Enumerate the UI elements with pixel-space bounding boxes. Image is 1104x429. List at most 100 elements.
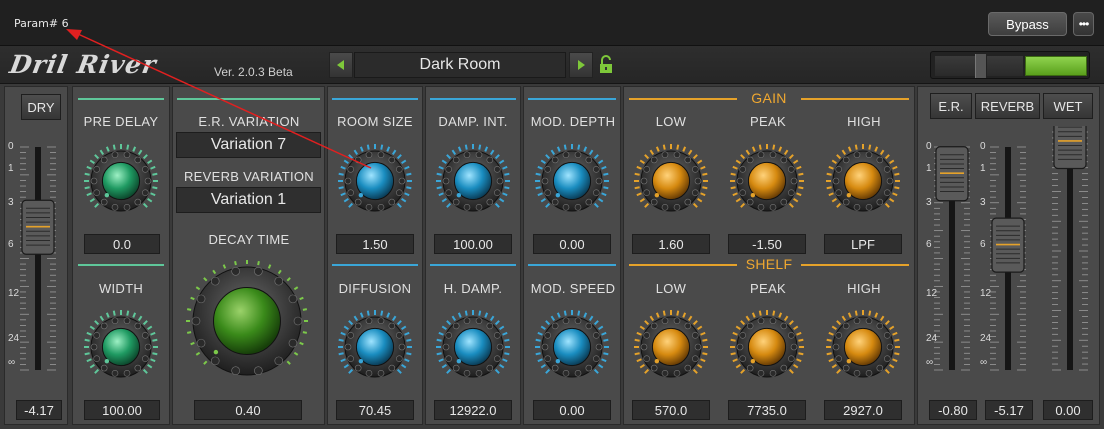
fader-scale-label: 24 [8, 332, 20, 344]
diffusion-value[interactable]: 70.45 [336, 400, 414, 420]
fader-scale-label: 0 [980, 141, 986, 152]
er-variation-display[interactable]: Variation 7 [176, 132, 321, 158]
shelf-peak-label: PEAK [750, 281, 786, 296]
room-size-knob[interactable] [336, 142, 414, 225]
fader-scale-label: 12 [926, 288, 938, 300]
damp-int-value[interactable]: 100.00 [434, 234, 512, 254]
gain-low-knob[interactable] [632, 142, 710, 225]
host-toolbar: Param# 6 Bypass ••• [0, 0, 1104, 46]
er-value[interactable]: -0.80 [929, 400, 977, 420]
diffusion-label: DIFFUSION [338, 281, 412, 296]
predelay-value[interactable]: 0.0 [84, 234, 160, 254]
gain-peak-knob[interactable] [728, 142, 806, 225]
fader-scale-label: 1 [8, 163, 14, 175]
diffusion-knob[interactable] [336, 308, 414, 391]
version-label: Ver. 2.0.3 Beta [214, 65, 293, 79]
fader-scale-label: 6 [926, 239, 932, 251]
triangle-right-icon [578, 60, 585, 70]
fader-handle[interactable] [1053, 113, 1087, 170]
shelf-high-label: HIGH [847, 281, 881, 296]
fader-scale-label: 24 [980, 332, 992, 344]
width-knob[interactable] [82, 308, 160, 391]
mod-depth-value[interactable]: 0.00 [533, 234, 611, 254]
decay-time-knob[interactable] [184, 258, 310, 389]
mod-speed-value[interactable]: 0.00 [533, 400, 611, 420]
fader-scale-label: 3 [926, 196, 932, 208]
fader-scale-label: 0 [926, 141, 932, 152]
fader-scale-label: 3 [980, 196, 986, 208]
wet-fader[interactable] [1044, 113, 1096, 376]
shelf-low-label: LOW [655, 281, 687, 296]
dry-fader[interactable]: 0 1 3 6 12 24 ∞ [8, 141, 66, 376]
dry-button[interactable]: DRY [21, 94, 61, 120]
more-options-button[interactable]: ••• [1073, 12, 1094, 36]
wet-value[interactable]: 0.00 [1043, 400, 1093, 420]
shelf-title: SHELF [745, 256, 793, 272]
output-level-meter[interactable] [930, 51, 1090, 79]
h-damp-label: H. DAMP. [443, 281, 503, 296]
width-label: WIDTH [98, 281, 144, 296]
gain-high-value[interactable]: LPF [824, 234, 902, 254]
shelf-high-knob[interactable] [824, 308, 902, 391]
width-value[interactable]: 100.00 [84, 400, 160, 420]
room-size-label: ROOM SIZE [337, 114, 413, 129]
h-damp-value[interactable]: 12922.0 [434, 400, 512, 420]
fader-scale-label: 12 [8, 288, 20, 300]
fader-scale-label: ∞ [926, 357, 934, 369]
predelay-label: PRE DELAY [83, 114, 159, 129]
reverb-variation-label: REVERB VARIATION [183, 169, 314, 184]
mod-depth-knob[interactable] [533, 142, 611, 225]
shelf-peak-value[interactable]: 7735.0 [728, 400, 806, 420]
meter-handle[interactable] [975, 54, 987, 78]
fader-handle[interactable] [935, 146, 969, 202]
fader-scale-label: 0 [8, 141, 14, 152]
shelf-high-value[interactable]: 2927.0 [824, 400, 902, 420]
reverb-fader[interactable]: 0 1 3 6 12 24 ∞ [978, 141, 1038, 376]
h-damp-knob[interactable] [434, 308, 512, 391]
mod-depth-label: MOD. DEPTH [530, 114, 616, 129]
mod-speed-knob[interactable] [533, 308, 611, 391]
mod-speed-label: MOD. SPEED [530, 281, 616, 296]
prev-preset-button[interactable] [329, 52, 353, 78]
fader-scale-label: 6 [8, 239, 14, 251]
gain-peak-value[interactable]: -1.50 [728, 234, 806, 254]
fader-scale-label: ∞ [980, 357, 988, 369]
next-preset-button[interactable] [569, 52, 593, 78]
fader-scale-label: 24 [926, 332, 938, 344]
fader-scale-label: 6 [980, 239, 986, 251]
dry-value[interactable]: -4.17 [16, 400, 62, 420]
room-size-value[interactable]: 1.50 [336, 234, 414, 254]
er-variation-label: E.R. VARIATION [198, 114, 300, 129]
gain-high-knob[interactable] [824, 142, 902, 225]
unlock-icon[interactable] [597, 54, 615, 76]
shelf-low-value[interactable]: 570.0 [632, 400, 710, 420]
preset-name-display[interactable]: Dark Room [354, 52, 566, 78]
fader-scale-label: 1 [980, 163, 986, 175]
bypass-button[interactable]: Bypass [988, 12, 1067, 36]
shelf-peak-knob[interactable] [728, 308, 806, 391]
damp-int-knob[interactable] [434, 142, 512, 225]
reverb-value[interactable]: -5.17 [985, 400, 1033, 420]
decay-time-value[interactable]: 0.40 [194, 400, 302, 420]
fader-handle[interactable] [21, 199, 55, 255]
plugin-logo: Dril River [7, 50, 159, 79]
gain-title: GAIN [751, 90, 787, 106]
gain-low-label: LOW [655, 114, 687, 129]
reverb-button[interactable]: REVERB [975, 93, 1040, 119]
gain-low-value[interactable]: 1.60 [632, 234, 710, 254]
fader-scale-label: 3 [8, 196, 14, 208]
er-button[interactable]: E.R. [930, 93, 972, 119]
triangle-left-icon [337, 60, 344, 70]
er-fader[interactable]: 0 1 3 6 12 24 ∞ [922, 141, 982, 376]
predelay-knob[interactable] [82, 142, 160, 225]
fader-scale-label: 12 [980, 288, 992, 300]
fader-handle[interactable] [991, 217, 1025, 273]
fader-scale-label: ∞ [8, 357, 16, 369]
shelf-low-knob[interactable] [632, 308, 710, 391]
plugin-window: Dril River Ver. 2.0.3 Beta Dark Room DRY… [0, 46, 1104, 429]
fader-scale-label: 1 [926, 163, 932, 175]
gain-high-label: HIGH [847, 114, 881, 129]
gain-peak-label: PEAK [750, 114, 786, 129]
wet-button[interactable]: WET [1043, 93, 1093, 119]
reverb-variation-display[interactable]: Variation 1 [176, 187, 321, 213]
